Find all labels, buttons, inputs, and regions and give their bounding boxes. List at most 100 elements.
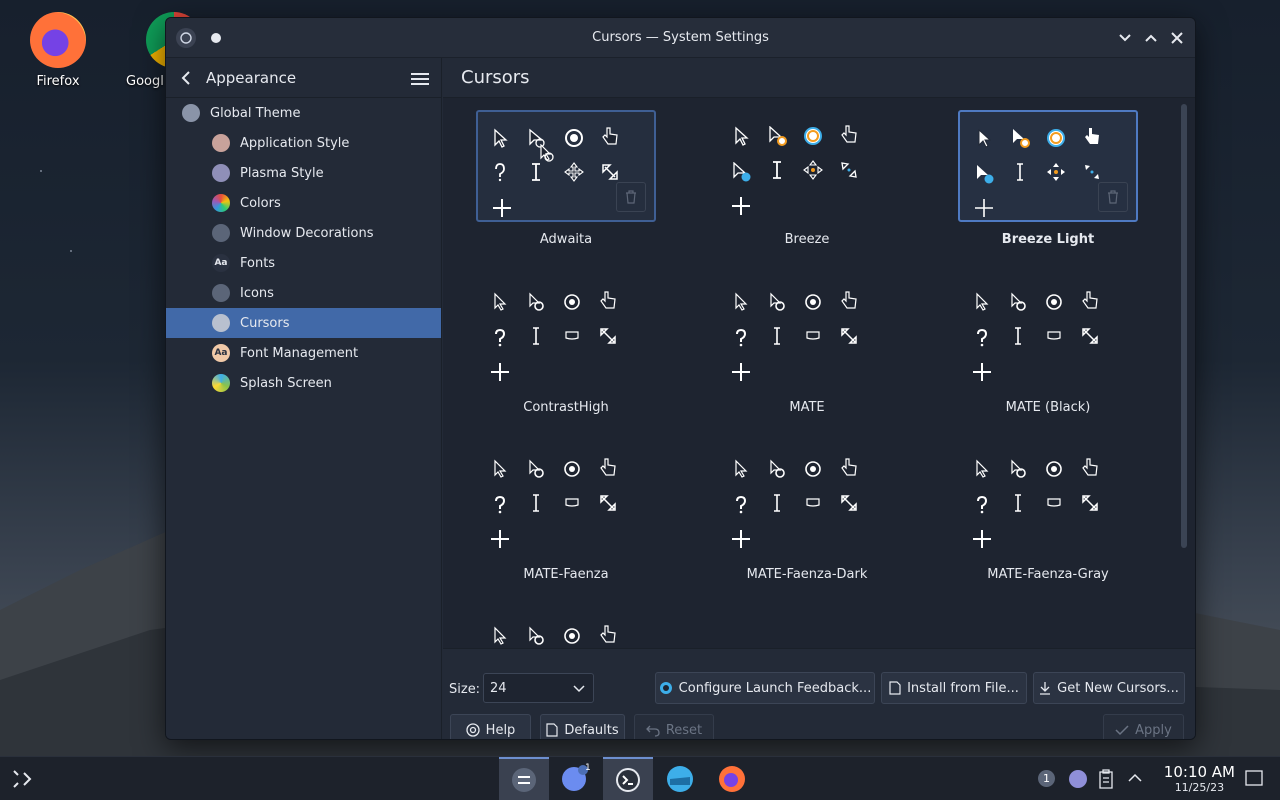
- theme-tile[interactable]: [476, 612, 656, 648]
- terminal-icon: [616, 768, 640, 792]
- taskbar-app-firefox[interactable]: [707, 757, 757, 800]
- theme-preview: [958, 278, 1138, 390]
- help-cursor-icon: [495, 328, 506, 347]
- launcher-icon: [13, 770, 32, 788]
- resize-cursor-icon: [1082, 328, 1098, 344]
- arrow-cursor-icon: [735, 459, 748, 478]
- sidebar-item-window-decorations[interactable]: Window Decorations: [166, 218, 441, 248]
- progress-cursor-icon: [1013, 129, 1030, 148]
- sidebar-item-splash-screen[interactable]: Splash Screen: [166, 368, 441, 398]
- sidebar-item-label: Splash Screen: [240, 375, 332, 391]
- theme-tile[interactable]: ContrastHigh: [476, 278, 656, 415]
- button-label: Defaults: [564, 722, 619, 738]
- application-launcher-button[interactable]: [0, 757, 44, 800]
- window-title: Cursors — System Settings: [592, 30, 769, 45]
- theme-tile[interactable]: MATE-Faenza: [476, 445, 656, 582]
- taskbar-app-konsole[interactable]: [603, 757, 653, 800]
- crosshair-cursor-icon: [732, 530, 750, 548]
- wait-cursor-icon: [564, 628, 580, 644]
- theme-tile[interactable]: MATE: [717, 278, 897, 415]
- chevron-up-icon[interactable]: [1128, 773, 1142, 783]
- taskbar-app-discover[interactable]: 1: [551, 757, 601, 800]
- progress-cursor-icon: [529, 292, 544, 311]
- reset-button[interactable]: Reset: [634, 714, 714, 739]
- resize-cursor-icon: [1082, 495, 1098, 511]
- arrow-cursor-icon: [735, 292, 748, 311]
- scrollbar[interactable]: [1181, 104, 1187, 548]
- icons-icon: [212, 284, 230, 302]
- text-cursor-icon: [773, 161, 781, 179]
- cursors-icon: [212, 314, 230, 332]
- text-cursor-icon: [1015, 327, 1021, 345]
- size-select[interactable]: 24: [483, 673, 594, 703]
- text-cursor-icon: [774, 327, 780, 345]
- theme-tile-breeze-light[interactable]: Breeze Light: [958, 110, 1138, 247]
- sidebar-back-label[interactable]: Appearance: [206, 69, 296, 87]
- install-from-file-button[interactable]: Install from File...: [881, 672, 1027, 704]
- hamburger-menu-icon[interactable]: [411, 70, 429, 86]
- sidebar-item-global-theme[interactable]: Global Theme: [166, 98, 441, 128]
- wait-cursor-icon: [804, 127, 822, 145]
- taskbar-app-system-settings[interactable]: [499, 757, 549, 800]
- resize-cursor-icon: [841, 495, 857, 511]
- sidebar-header: Appearance: [166, 58, 441, 98]
- arrow-cursor-icon: [735, 126, 749, 146]
- clipboard-icon[interactable]: [1098, 769, 1114, 789]
- grab-cursor-icon: [806, 498, 820, 507]
- sidebar-item-plasma-style[interactable]: Plasma Style: [166, 158, 441, 188]
- crosshair-cursor-icon: [973, 530, 991, 548]
- sidebar-item-fonts[interactable]: Aa Fonts: [166, 248, 441, 278]
- help-cursor-icon: [977, 165, 994, 184]
- hand-cursor-icon: [1082, 291, 1098, 309]
- theme-tile[interactable]: MATE-Faenza-Dark: [717, 445, 897, 582]
- wait-cursor-icon: [564, 461, 580, 477]
- file-icon: [889, 681, 901, 695]
- defaults-button[interactable]: Defaults: [540, 714, 625, 739]
- wait-cursor-icon: [1047, 129, 1065, 147]
- move-cursor-icon: [803, 160, 823, 180]
- apply-button[interactable]: Apply: [1103, 714, 1184, 739]
- theme-tile-breeze[interactable]: Breeze: [717, 110, 897, 247]
- clock[interactable]: 10:10 AM 11/25/23: [1164, 763, 1235, 794]
- main-panel: Cursors Adwaita Breeze Breeze Light Cont…: [443, 58, 1195, 739]
- minimize-icon[interactable]: [1115, 28, 1135, 48]
- get-new-cursors-button[interactable]: Get New Cursors...: [1033, 672, 1185, 704]
- firefox-icon: [30, 12, 86, 68]
- sidebar-item-application-style[interactable]: Application Style: [166, 128, 441, 158]
- sidebar-item-font-management[interactable]: Aa Font Management: [166, 338, 441, 368]
- hand-cursor-icon: [600, 625, 616, 643]
- steam-icon[interactable]: [1068, 769, 1088, 789]
- theme-name: MATE (Black): [1005, 400, 1091, 415]
- resize-cursor-icon: [600, 328, 616, 344]
- close-icon[interactable]: [1167, 28, 1187, 48]
- back-icon[interactable]: [166, 58, 206, 98]
- theme-preview: [717, 110, 897, 222]
- theme-tile[interactable]: MATE-Faenza-Gray: [958, 445, 1138, 582]
- delete-theme-button[interactable]: [1098, 182, 1128, 212]
- help-cursor-icon: [977, 328, 988, 347]
- help-button[interactable]: Help: [450, 714, 531, 739]
- wait-cursor-icon: [564, 294, 580, 310]
- delete-theme-button[interactable]: [616, 182, 646, 212]
- grab-cursor-icon: [565, 331, 579, 340]
- maximize-icon[interactable]: [1141, 28, 1161, 48]
- grab-cursor-icon: [1047, 498, 1061, 507]
- notification-count[interactable]: 1: [1038, 770, 1055, 787]
- hand-cursor-icon: [600, 458, 616, 476]
- help-cursor-icon: [736, 495, 747, 514]
- taskbar-app-dolphin[interactable]: [655, 757, 705, 800]
- wait-cursor-icon: [805, 294, 821, 310]
- configure-launch-feedback-button[interactable]: Configure Launch Feedback...: [655, 672, 875, 704]
- show-desktop-icon[interactable]: [1245, 770, 1263, 786]
- crosshair-cursor-icon: [973, 363, 991, 381]
- title-bar: Cursors — System Settings: [166, 18, 1195, 58]
- theme-tile[interactable]: MATE (Black): [958, 278, 1138, 415]
- theme-name: Adwaita: [539, 232, 593, 247]
- theme-tile-adwaita[interactable]: Adwaita: [476, 110, 656, 247]
- sidebar-item-colors[interactable]: Colors: [166, 188, 441, 218]
- theme-preview: [958, 110, 1138, 222]
- sidebar-item-icons[interactable]: Icons: [166, 278, 441, 308]
- sidebar-item-cursors[interactable]: Cursors: [166, 308, 441, 338]
- progress-cursor-icon: [529, 626, 544, 645]
- desktop-icon-firefox[interactable]: Firefox: [18, 12, 98, 89]
